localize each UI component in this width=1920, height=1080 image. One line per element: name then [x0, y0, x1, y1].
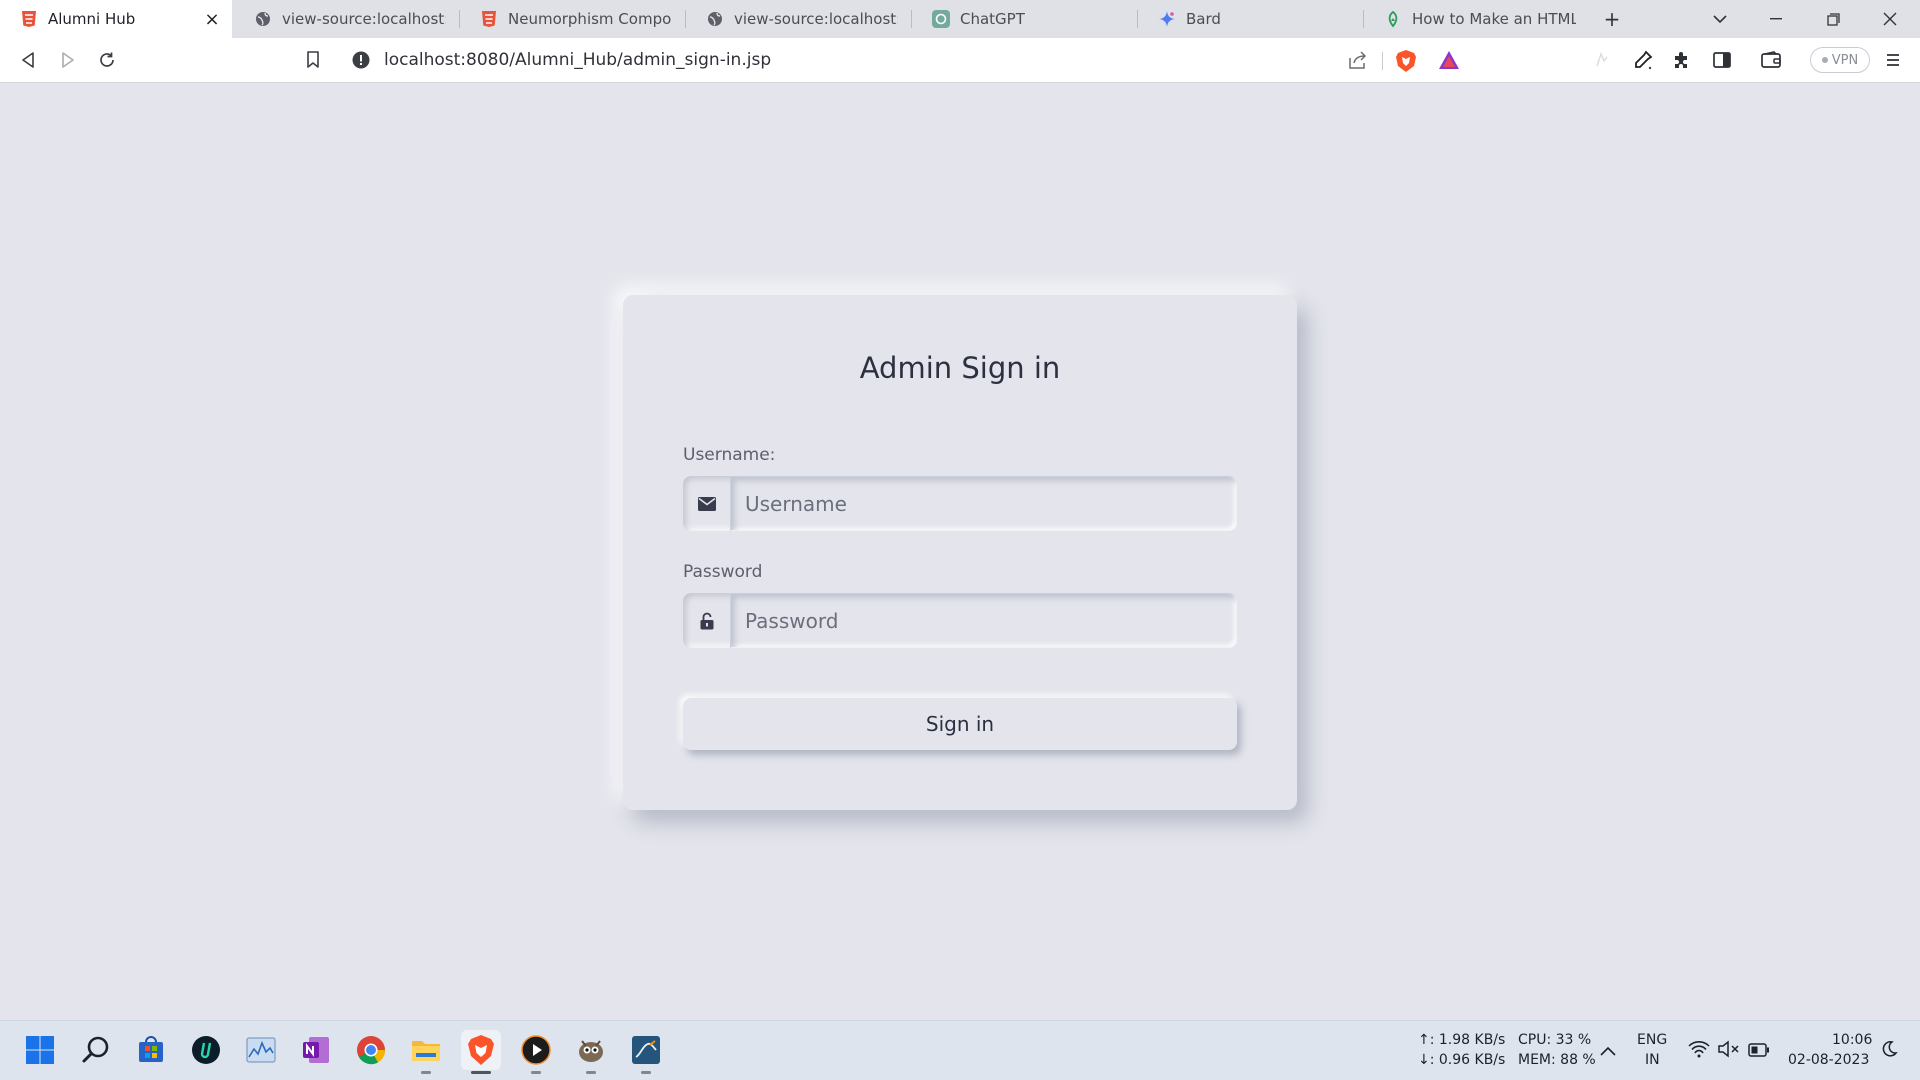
minimize-button[interactable]: [1756, 0, 1796, 38]
sidebar-toggle-icon[interactable]: [1706, 44, 1738, 76]
network-download-speed: ↓: 0.96 KB/s: [1418, 1052, 1506, 1068]
tab-strip: Alumni Hub × view-source:localhost:8080 …: [0, 0, 1920, 38]
vpn-button[interactable]: VPN: [1810, 47, 1870, 73]
focus-moon-icon[interactable]: [1880, 1040, 1898, 1062]
network-upload-speed: ↑: 1.98 KB/s: [1418, 1032, 1506, 1048]
username-input[interactable]: [731, 477, 1236, 530]
freecodecamp-icon: [1384, 10, 1402, 28]
page-viewport: Admin Sign in Username: Password Sign in: [0, 83, 1920, 1020]
microsoft-store-icon[interactable]: [131, 1030, 171, 1070]
browser-toolbar: localhost:8080/Alumni_Hub/admin_sign-in.…: [0, 38, 1920, 83]
address-bar[interactable]: localhost:8080/Alumni_Hub/admin_sign-in.…: [342, 42, 1474, 78]
volume-muted-icon[interactable]: [1718, 1040, 1740, 1062]
brave-rewards-icon[interactable]: [1438, 50, 1460, 74]
extensions-puzzle-icon[interactable]: [1666, 44, 1698, 76]
password-input[interactable]: [731, 594, 1236, 647]
back-button[interactable]: [12, 44, 44, 76]
tab-title: Bard: [1186, 10, 1221, 28]
username-label: Username:: [683, 445, 776, 465]
tab-title: Alumni Hub: [48, 10, 136, 28]
window-close-button[interactable]: [1870, 0, 1910, 38]
html5-icon: [20, 10, 38, 28]
windows-start-icon[interactable]: [20, 1030, 60, 1070]
chatgpt-icon: [932, 10, 950, 28]
language-indicator[interactable]: ENG: [1637, 1031, 1667, 1050]
page-title: Admin Sign in: [859, 351, 1061, 385]
gimp-icon[interactable]: [571, 1030, 611, 1074]
clock-date[interactable]: 02-08-2023: [1788, 1051, 1869, 1070]
tab-html-button[interactable]: How to Make an HTML Button: [1364, 0, 1586, 38]
color-picker-extension-icon[interactable]: [1627, 44, 1659, 76]
tab-title: Neumorphism Components: [508, 10, 672, 28]
url-text[interactable]: localhost:8080/Alumni_Hub/admin_sign-in.…: [384, 42, 771, 78]
globe-icon: [706, 10, 724, 28]
globe-icon: [254, 10, 272, 28]
site-info-icon[interactable]: [352, 51, 370, 73]
search-icon[interactable]: [76, 1030, 116, 1070]
tab-view-source-2[interactable]: view-source:localhost:8080: [686, 0, 908, 38]
forward-button[interactable]: [52, 44, 84, 76]
brave-shields-icon[interactable]: [1395, 49, 1417, 77]
region-indicator[interactable]: IN: [1645, 1051, 1660, 1070]
envelope-icon: [683, 476, 731, 531]
url-divider: [1382, 52, 1383, 70]
tray-overflow-chevron-icon[interactable]: [1600, 1041, 1616, 1060]
html5-icon: [480, 10, 498, 28]
mysql-workbench-icon[interactable]: [626, 1030, 666, 1074]
tab-bard[interactable]: Bard: [1138, 0, 1360, 38]
clock-time[interactable]: 10:06: [1832, 1031, 1872, 1050]
password-label: Password: [683, 562, 763, 582]
battery-icon[interactable]: [1748, 1042, 1770, 1061]
tab-title: view-source:localhost:8080: [282, 10, 446, 28]
performance-monitor-icon[interactable]: [241, 1030, 281, 1070]
vpn-status-dot: [1821, 57, 1828, 63]
tab-title: view-source:localhost:8080: [734, 10, 898, 28]
tab-view-source-1[interactable]: view-source:localhost:8080: [234, 0, 456, 38]
menu-icon[interactable]: [1877, 44, 1909, 76]
close-icon[interactable]: ×: [202, 9, 222, 30]
reload-button[interactable]: [91, 44, 123, 76]
sign-in-card: Admin Sign in Username: Password Sign in: [623, 295, 1297, 810]
memory-usage: MEM: 88 %: [1518, 1052, 1596, 1068]
file-explorer-icon[interactable]: [406, 1030, 446, 1074]
wallet-icon[interactable]: [1755, 44, 1787, 76]
vpn-label: VPN: [1831, 52, 1859, 68]
media-player-icon[interactable]: [516, 1030, 556, 1074]
tab-search-chevron-icon[interactable]: [1700, 0, 1740, 38]
onenote-icon[interactable]: [296, 1030, 336, 1070]
bard-icon: [1158, 10, 1176, 28]
unlock-icon: [683, 593, 731, 648]
brave-browser-icon[interactable]: [461, 1030, 501, 1074]
sign-in-button[interactable]: Sign in: [683, 698, 1237, 750]
new-tab-button[interactable]: +: [1592, 0, 1632, 38]
taskbar: ↑: 1.98 KB/s ↓: 0.96 KB/s CPU: 33 % MEM:…: [0, 1020, 1920, 1080]
chrome-icon[interactable]: [351, 1030, 391, 1070]
tab-neumorphism[interactable]: Neumorphism Components: [460, 0, 682, 38]
restore-button[interactable]: [1813, 0, 1853, 38]
bookmark-icon[interactable]: [297, 44, 329, 76]
reader-mode-icon[interactable]: [1586, 44, 1618, 76]
tab-title: ChatGPT: [960, 10, 1025, 28]
password-field-group: [683, 593, 1237, 648]
username-field-group: [683, 476, 1237, 531]
tab-title: How to Make an HTML Button: [1412, 10, 1576, 28]
tab-alumni-hub[interactable]: Alumni Hub ×: [0, 0, 232, 38]
cpu-usage: CPU: 33 %: [1518, 1032, 1592, 1048]
tab-chatgpt[interactable]: ChatGPT: [912, 0, 1134, 38]
upwork-style-app-icon[interactable]: [186, 1030, 226, 1070]
wifi-icon[interactable]: [1688, 1040, 1710, 1062]
share-icon[interactable]: [1348, 51, 1368, 73]
